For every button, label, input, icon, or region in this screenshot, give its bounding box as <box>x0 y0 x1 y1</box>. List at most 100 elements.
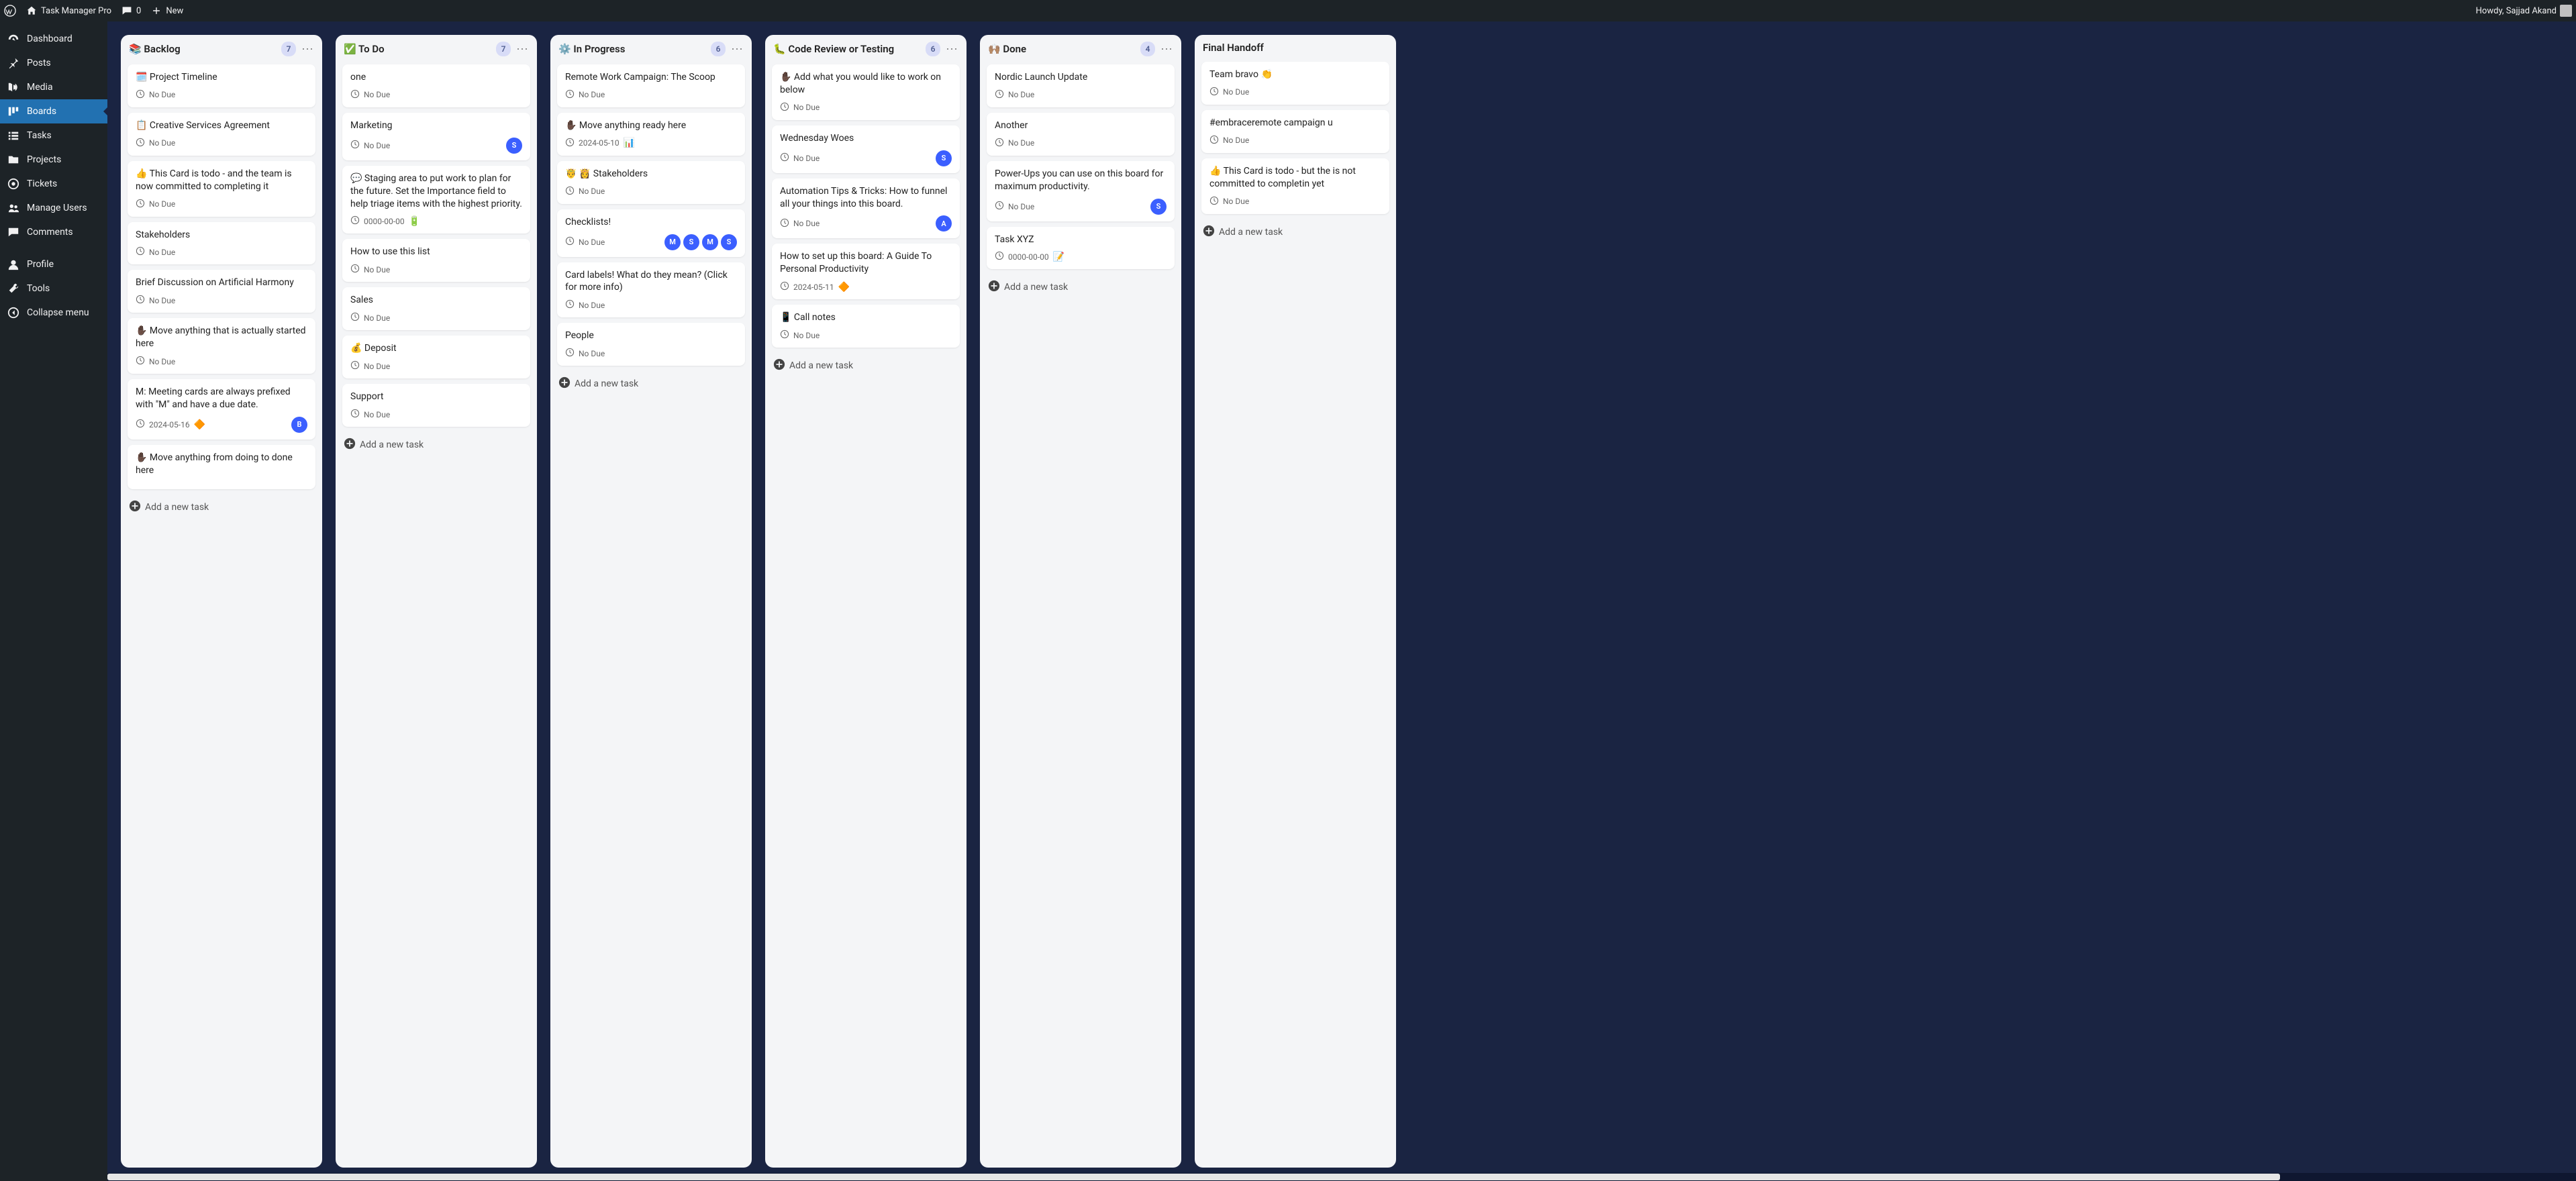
column-menu-icon[interactable]: ⋯ <box>1160 42 1173 56</box>
card-due: No Due <box>793 219 820 228</box>
sidebar-item-projects[interactable]: Projects <box>0 148 107 172</box>
clock-icon <box>565 299 575 311</box>
card[interactable]: Card labels! What do they mean? (Click f… <box>557 262 745 318</box>
card[interactable]: Nordic Launch UpdateNo Due <box>987 64 1175 107</box>
card[interactable]: Brief Discussion on Artificial HarmonyNo… <box>128 270 315 313</box>
sidebar-item-tools[interactable]: Tools <box>0 276 107 301</box>
column-header: 🐛 Code Review or Testing6⋯ <box>765 35 967 60</box>
comments-link[interactable]: 0 <box>121 5 141 17</box>
card[interactable]: StakeholdersNo Due <box>128 222 315 265</box>
card[interactable]: Remote Work Campaign: The ScoopNo Due <box>557 64 745 107</box>
avatar[interactable]: S <box>683 234 699 250</box>
card[interactable]: ✋🏿 Move anything from doing to done here <box>128 445 315 489</box>
card-meta: No Due <box>1209 87 1381 98</box>
avatar[interactable]: S <box>1150 199 1167 215</box>
sidebar-item-tickets[interactable]: Tickets <box>0 172 107 196</box>
card[interactable]: Wednesday Woes No Due S <box>772 125 960 173</box>
sidebar-item-label: Dashboard <box>27 34 72 44</box>
card[interactable]: 💰 DepositNo Due <box>342 336 530 378</box>
site-home-link[interactable]: Task Manager Pro <box>26 5 111 17</box>
card[interactable]: M: Meeting cards are always prefixed wit… <box>128 379 315 440</box>
sidebar-item-boards[interactable]: Boards <box>0 99 107 123</box>
card[interactable]: 🗓️ Project TimelineNo Due <box>128 64 315 107</box>
board-canvas[interactable]: 📚 Backlog7⋯🗓️ Project TimelineNo Due📋 Cr… <box>107 21 2576 1181</box>
add-task-button[interactable]: Add a new task <box>980 273 1181 301</box>
card-due: 2024-05-16 <box>149 420 190 429</box>
column-menu-icon[interactable]: ⋯ <box>301 42 314 56</box>
sidebar-item-manage-users[interactable]: Manage Users <box>0 196 107 220</box>
card-title: Power-Ups you can use on this board for … <box>995 168 1167 193</box>
horizontal-scrollbar[interactable] <box>107 1173 2576 1181</box>
scroll-thumb[interactable] <box>107 1174 2280 1180</box>
add-task-button[interactable]: Add a new task <box>336 431 537 459</box>
card[interactable]: Automation Tips & Tricks: How to funnel … <box>772 178 960 239</box>
card-meta: No DueMSMS <box>565 234 737 250</box>
wp-logo[interactable] <box>4 5 16 17</box>
clock-icon <box>780 152 789 164</box>
card[interactable]: ✋🏿 Move anything that is actually starte… <box>128 318 315 374</box>
card[interactable]: Power-Ups you can use on this board for … <box>987 161 1175 221</box>
card[interactable]: 👍 This Card is todo - but the is not com… <box>1201 158 1389 214</box>
card[interactable]: PeopleNo Due <box>557 323 745 366</box>
add-task-button[interactable]: Add a new task <box>765 352 967 380</box>
column: Final HandoffTeam bravo 👏No Due#embracer… <box>1195 35 1396 1168</box>
card[interactable]: Team bravo 👏No Due <box>1201 62 1389 105</box>
card[interactable]: #embraceremote campaign uNo Due <box>1201 110 1389 153</box>
card[interactable]: ✋🏿 Move anything ready here2024-05-10📊 <box>557 113 745 156</box>
card-title: Wednesday Woes <box>780 132 952 145</box>
card[interactable]: 📋 Creative Services AgreementNo Due <box>128 113 315 156</box>
clock-icon <box>780 329 789 341</box>
column-menu-icon[interactable]: ⋯ <box>731 42 744 56</box>
clock-icon <box>136 246 145 258</box>
sidebar-item-label: Boards <box>27 106 56 117</box>
howdy-link[interactable]: Howdy, Sajjad Akand <box>2476 5 2572 17</box>
sidebar-item-tasks[interactable]: Tasks <box>0 123 107 148</box>
card[interactable]: How to set up this board: A Guide To Per… <box>772 244 960 299</box>
avatar[interactable]: B <box>291 417 307 433</box>
avatar[interactable]: S <box>936 150 952 166</box>
card[interactable]: 👍 This Card is todo - and the team is no… <box>128 161 315 217</box>
add-task-label: Add a new task <box>145 502 209 513</box>
card-title: Card labels! What do they mean? (Click f… <box>565 269 737 295</box>
avatar[interactable]: S <box>721 234 737 250</box>
card[interactable]: Task XYZ0000-00-00📝 <box>987 227 1175 270</box>
card[interactable]: 📱 Call notesNo Due <box>772 305 960 348</box>
card[interactable]: SalesNo Due <box>342 287 530 330</box>
add-task-button[interactable]: Add a new task <box>121 493 322 521</box>
avatar[interactable]: A <box>936 215 952 232</box>
plus-circle-icon <box>344 438 356 452</box>
clock-icon <box>995 201 1004 212</box>
sidebar-item-dashboard[interactable]: Dashboard <box>0 27 107 51</box>
column-header: ✅ To Do7⋯ <box>336 35 537 60</box>
avatar[interactable]: S <box>506 138 522 154</box>
add-task-label: Add a new task <box>1004 282 1068 293</box>
card[interactable]: ✋🏿 Add what you would like to work on be… <box>772 64 960 120</box>
card-title: Remote Work Campaign: The Scoop <box>565 71 737 84</box>
card[interactable]: Checklists!No DueMSMS <box>557 209 745 257</box>
sidebar-item-comments[interactable]: Comments <box>0 220 107 244</box>
card[interactable]: How to use this listNo Due <box>342 239 530 282</box>
card[interactable]: 🤴 👸 StakeholdersNo Due <box>557 161 745 204</box>
card-due: No Due <box>364 362 390 371</box>
add-task-button[interactable]: Add a new task <box>550 370 752 398</box>
sidebar-item-posts[interactable]: Posts <box>0 51 107 75</box>
card-meta: No DueS <box>350 138 522 154</box>
card[interactable]: 💬 Staging area to put work to plan for t… <box>342 166 530 234</box>
column-menu-icon[interactable]: ⋯ <box>946 42 958 56</box>
avatar[interactable]: M <box>664 234 681 250</box>
avatar[interactable]: M <box>702 234 718 250</box>
add-task-button[interactable]: Add a new task <box>1195 218 1396 246</box>
card-due: No Due <box>793 154 820 163</box>
card[interactable]: MarketingNo DueS <box>342 113 530 160</box>
card[interactable]: SupportNo Due <box>342 384 530 427</box>
sidebar-item-profile[interactable]: Profile <box>0 252 107 276</box>
card[interactable]: oneNo Due <box>342 64 530 107</box>
card-due: No Due <box>793 103 820 112</box>
column-menu-icon[interactable]: ⋯ <box>516 42 529 56</box>
card-meta: No Due S <box>780 150 952 166</box>
sidebar-item-media[interactable]: Media <box>0 75 107 99</box>
card[interactable]: AnotherNo Due <box>987 113 1175 156</box>
card-title: 💬 Staging area to put work to plan for t… <box>350 172 522 211</box>
new-link[interactable]: New <box>150 5 183 17</box>
sidebar-item-collapse-menu[interactable]: Collapse menu <box>0 301 107 325</box>
